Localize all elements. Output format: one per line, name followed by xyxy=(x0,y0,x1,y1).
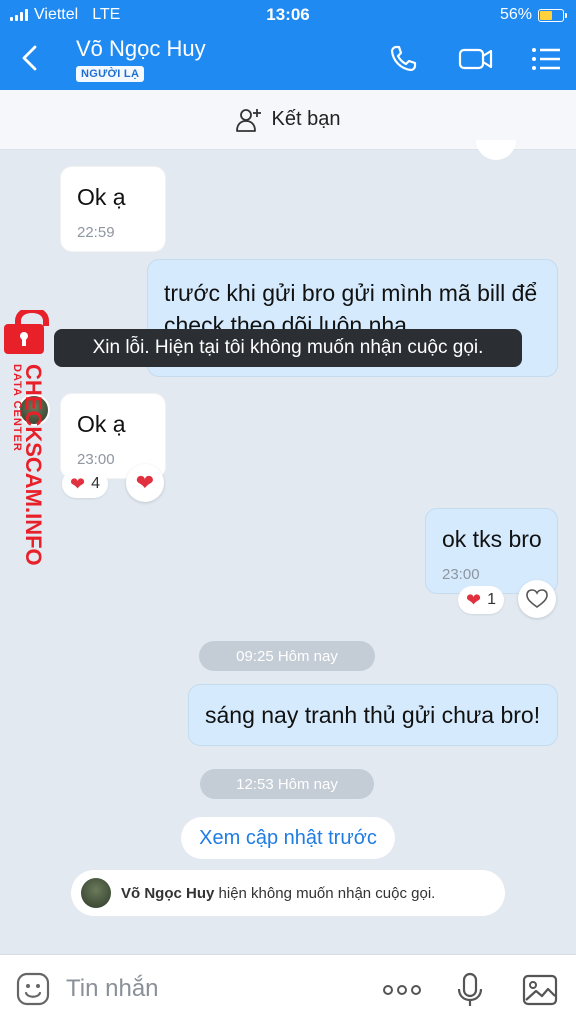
call-notice: Võ Ngọc Huy hiện không muốn nhận cuộc gọ… xyxy=(71,870,505,916)
heart-icon: ❤ xyxy=(466,589,482,610)
message-time: 22:59 xyxy=(77,224,115,241)
avatar xyxy=(81,878,111,908)
add-friend-icon xyxy=(235,108,261,132)
react-button[interactable] xyxy=(518,580,556,618)
notice-text: Võ Ngọc Huy hiện không muốn nhận cuộc gọ… xyxy=(121,885,435,902)
battery-status: 56% xyxy=(499,6,567,24)
contact-name[interactable]: Võ Ngọc Huy xyxy=(76,36,206,62)
heart-icon: ❤ xyxy=(70,473,86,494)
incoming-message[interactable]: Ok ạ 22:59 xyxy=(60,166,166,252)
stranger-badge: NGƯỜI LẠ xyxy=(76,66,145,82)
battery-icon xyxy=(538,8,567,22)
message-input[interactable]: Tin nhắn xyxy=(66,975,159,1003)
status-bar: Viettel LTE 13:06 56% xyxy=(0,0,576,30)
message-time: 23:00 xyxy=(442,566,480,583)
message-text: ok tks bro xyxy=(442,526,542,552)
message-text: sáng nay tranh thủ gửi chưa bro! xyxy=(205,702,541,728)
emoji-icon[interactable] xyxy=(16,972,52,1008)
heart-icon: ❤ xyxy=(135,470,155,495)
add-friend-label: Kết bạn xyxy=(271,108,341,130)
date-separator: 12:53 Hôm nay xyxy=(200,769,374,799)
back-icon[interactable] xyxy=(18,44,42,72)
message-text: Ok ạ xyxy=(77,184,126,210)
message-time: 23:00 xyxy=(77,451,115,468)
heart-outline-icon xyxy=(526,589,548,608)
lock-icon xyxy=(4,310,49,354)
phone-call-icon[interactable] xyxy=(388,44,420,74)
image-icon[interactable] xyxy=(522,972,558,1008)
call-declined-tooltip: Xin lỗi. Hiện tại tôi không muốn nhận cu… xyxy=(54,329,522,367)
reaction-count-value: 1 xyxy=(487,591,496,608)
notice-name: Võ Ngọc Huy xyxy=(121,884,215,902)
react-button[interactable]: ❤ xyxy=(126,464,164,502)
chat-header: Viettel LTE 13:06 56% Võ Ngọc Huy NGƯỜI … xyxy=(0,0,576,90)
watermark: DATA CENTER CHECKSCAM.INFO xyxy=(11,364,42,566)
load-previous-button[interactable]: Xem cập nhật trước xyxy=(181,817,395,859)
partial-reaction xyxy=(476,140,516,160)
battery-percent: 56% xyxy=(499,6,532,23)
microphone-icon[interactable] xyxy=(452,972,488,1008)
clock: 13:06 xyxy=(266,5,310,24)
date-separator: 09:25 Hôm nay xyxy=(199,641,375,671)
outgoing-message[interactable]: sáng nay tranh thủ gửi chưa bro! xyxy=(188,684,558,746)
watermark-line2: CHECKSCAM.INFO xyxy=(21,364,42,566)
message-text-line1: trước khi gửi bro gửi mình mã bill để xyxy=(164,280,538,306)
menu-icon[interactable] xyxy=(530,44,562,74)
video-call-icon[interactable] xyxy=(458,44,494,74)
reaction-count-value: 4 xyxy=(91,475,100,492)
reaction-count[interactable]: ❤ 4 xyxy=(62,470,108,498)
message-text: Ok ạ xyxy=(77,411,126,437)
more-options-icon[interactable] xyxy=(382,972,422,1008)
message-input-bar: Tin nhắn xyxy=(0,954,576,1024)
notice-message: hiện không muốn nhận cuộc gọi. xyxy=(218,884,436,902)
reaction-count[interactable]: ❤ 1 xyxy=(458,586,504,614)
